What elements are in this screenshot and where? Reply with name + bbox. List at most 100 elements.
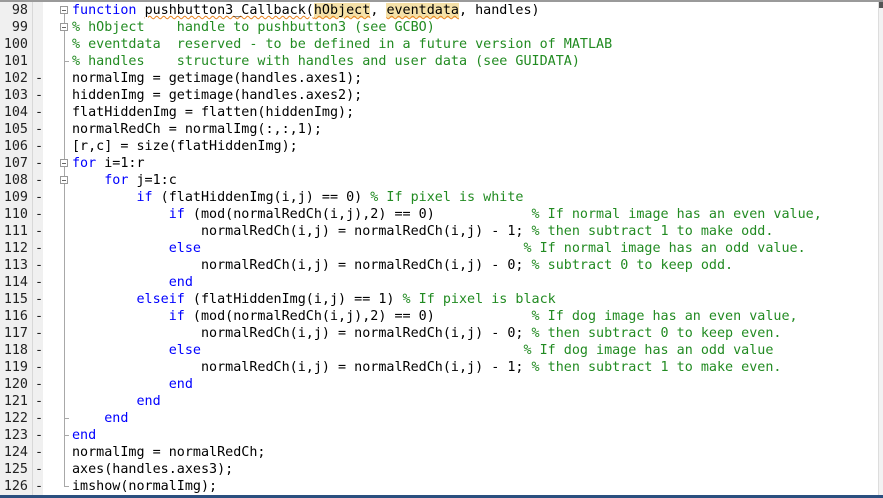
code-line[interactable]: 123- end xyxy=(0,427,880,444)
code-text[interactable]: end xyxy=(72,274,193,291)
fold-toggle-icon[interactable] xyxy=(60,23,68,31)
code-line[interactable]: 121- end xyxy=(0,393,880,410)
code-text[interactable]: end xyxy=(72,393,161,410)
code-text[interactable]: for j=1:c xyxy=(72,172,177,189)
breakpoint-marker[interactable]: - xyxy=(35,444,43,461)
keyword: if xyxy=(136,190,153,205)
code-line[interactable]: 98 function pushbutton3_Callback(hObject,… xyxy=(0,2,880,19)
code-text[interactable]: else % If normal image has an odd value. xyxy=(72,240,806,257)
breakpoint-marker[interactable]: - xyxy=(35,376,43,393)
breakpoint-marker[interactable]: - xyxy=(35,342,43,359)
code-text[interactable]: hiddenImg = getimage(handles.axes2); xyxy=(72,87,362,104)
code-line[interactable]: 115- elseif (flatHiddenImg(i,j) == 1) % … xyxy=(0,291,880,308)
breakpoint-marker[interactable]: - xyxy=(35,121,43,138)
breakpoint-marker[interactable]: - xyxy=(35,359,43,376)
code-text[interactable]: for i=1:r xyxy=(72,155,145,172)
breakpoint-marker[interactable]: - xyxy=(35,308,43,325)
code-text[interactable]: normalRedCh = normalImg(:,:,1); xyxy=(72,121,322,138)
fold-toggle-icon[interactable] xyxy=(60,6,68,14)
code-text[interactable]: elseif (flatHiddenImg(i,j) == 1) % If pi… xyxy=(72,291,556,308)
breakpoint-marker[interactable]: - xyxy=(35,410,43,427)
code-text[interactable]: axes(handles.axes3); xyxy=(72,461,233,478)
code-line[interactable]: 110- if (mod(normalRedCh(i,j),2) == 0) %… xyxy=(0,206,880,223)
code-text[interactable]: normalRedCh(i,j) = normalRedCh(i,j) - 0;… xyxy=(72,325,781,342)
code-line[interactable]: 108- for j=1:c xyxy=(0,172,880,189)
breakpoint-marker[interactable]: - xyxy=(35,461,43,478)
code-line[interactable]: 99 % hObject handle to pushbutton3 (see G… xyxy=(0,19,880,36)
line-number: 112 xyxy=(3,241,28,256)
code-text[interactable]: end xyxy=(72,410,128,427)
code-text[interactable]: end xyxy=(72,427,96,444)
code-line[interactable]: 102- normalImg = getimage(handles.axes1); xyxy=(0,70,880,87)
code-text[interactable]: else % If dog image has an odd value xyxy=(72,342,774,359)
fold-toggle-icon[interactable] xyxy=(60,176,68,184)
code-line[interactable]: 113- normalRedCh(i,j) = normalRedCh(i,j)… xyxy=(0,257,880,274)
code-editor[interactable]: 98 function pushbutton3_Callback(hObject,… xyxy=(0,0,883,498)
keyword: else xyxy=(168,241,201,256)
scrollbar-thumb[interactable] xyxy=(879,2,883,8)
code-line[interactable]: 122- end xyxy=(0,410,880,427)
breakpoint-marker[interactable]: - xyxy=(35,87,43,104)
code-text[interactable]: normalImg = normalRedCh; xyxy=(72,444,265,461)
code-line[interactable]: 104- flatHiddenImg = flatten(hiddenImg); xyxy=(0,104,880,121)
line-number: 116 xyxy=(3,309,28,324)
code-line[interactable]: 117- normalRedCh(i,j) = normalRedCh(i,j)… xyxy=(0,325,880,342)
code-line[interactable]: 116- if (mod(normalRedCh(i,j),2) == 0) %… xyxy=(0,308,880,325)
code-text[interactable]: end xyxy=(72,376,193,393)
breakpoint-marker[interactable]: - xyxy=(35,393,43,410)
code-text[interactable]: % hObject handle to pushbutton3 (see GCB… xyxy=(72,19,435,36)
code-text[interactable]: normalRedCh(i,j) = normalRedCh(i,j) - 1;… xyxy=(72,359,781,376)
code-line[interactable]: 112- else % If normal image has an odd v… xyxy=(0,240,880,257)
line-number: 124 xyxy=(3,445,28,460)
breakpoint-marker[interactable]: - xyxy=(35,478,43,495)
code-line[interactable]: 120- end xyxy=(0,376,880,393)
code-text[interactable]: % handles structure with handles and use… xyxy=(72,53,580,70)
code-line[interactable]: 106- [r,c] = size(flatHiddenImg); xyxy=(0,138,880,155)
code-line[interactable]: 103- hiddenImg = getimage(handles.axes2); xyxy=(0,87,880,104)
code-line[interactable]: 124- normalImg = normalRedCh; xyxy=(0,444,880,461)
code-text[interactable]: flatHiddenImg = flatten(hiddenImg); xyxy=(72,104,354,121)
code-line[interactable]: 125- axes(handles.axes3); xyxy=(0,461,880,478)
breakpoint-marker[interactable]: - xyxy=(35,257,43,274)
code-line[interactable]: 101 % handles structure with handles and … xyxy=(0,53,880,70)
code-text[interactable]: if (mod(normalRedCh(i,j),2) == 0) % If n… xyxy=(72,206,822,223)
vertical-scrollbar[interactable] xyxy=(878,2,883,495)
line-number: 107 xyxy=(3,156,28,171)
code-line[interactable]: 111- normalRedCh(i,j) = normalRedCh(i,j)… xyxy=(0,223,880,240)
code-line[interactable]: 105- normalRedCh = normalImg(:,:,1); xyxy=(0,121,880,138)
code-line[interactable]: 114- end xyxy=(0,274,880,291)
fold-toggle-icon[interactable] xyxy=(60,159,68,167)
code-text[interactable]: normalImg = getimage(handles.axes1); xyxy=(72,70,362,87)
breakpoint-marker[interactable]: - xyxy=(35,138,43,155)
breakpoint-marker[interactable]: - xyxy=(35,104,43,121)
code-text[interactable]: normalRedCh(i,j) = normalRedCh(i,j) - 0;… xyxy=(72,257,733,274)
breakpoint-marker[interactable]: - xyxy=(35,155,43,172)
code-text[interactable]: imshow(normalImg); xyxy=(72,478,217,495)
code-line[interactable]: 119- normalRedCh(i,j) = normalRedCh(i,j)… xyxy=(0,359,880,376)
breakpoint-marker[interactable]: - xyxy=(35,240,43,257)
breakpoint-marker[interactable]: - xyxy=(35,223,43,240)
code-line[interactable]: 107- for i=1:r xyxy=(0,155,880,172)
code-text[interactable]: % eventdata reserved - to be defined in … xyxy=(72,36,612,53)
breakpoint-marker[interactable]: - xyxy=(35,325,43,342)
breakpoint-marker[interactable]: - xyxy=(35,206,43,223)
code-line[interactable]: 118- else % If dog image has an odd valu… xyxy=(0,342,880,359)
breakpoint-marker[interactable]: - xyxy=(35,189,43,206)
breakpoint-marker[interactable]: - xyxy=(35,172,43,189)
code-line[interactable]: 126- imshow(normalImg); xyxy=(0,478,880,495)
breakpoint-marker[interactable]: - xyxy=(35,427,43,444)
code-text[interactable]: if (mod(normalRedCh(i,j),2) == 0) % If d… xyxy=(72,308,798,325)
code-line[interactable]: 109- if (flatHiddenImg(i,j) == 0) % If p… xyxy=(0,189,880,206)
code-text[interactable]: normalRedCh(i,j) = normalRedCh(i,j) - 1;… xyxy=(72,223,773,240)
code-text[interactable]: function pushbutton3_Callback(hObject, e… xyxy=(72,2,540,19)
breakpoint-marker[interactable]: - xyxy=(35,291,43,308)
code-text[interactable]: if (flatHiddenImg(i,j) == 0) % If pixel … xyxy=(72,189,524,206)
code-line[interactable]: 100 % eventdata reserved - to be defined … xyxy=(0,36,880,53)
breakpoint-marker[interactable]: - xyxy=(35,70,43,87)
code-text[interactable]: [r,c] = size(flatHiddenImg); xyxy=(72,138,298,155)
breakpoint-marker[interactable]: - xyxy=(35,274,43,291)
